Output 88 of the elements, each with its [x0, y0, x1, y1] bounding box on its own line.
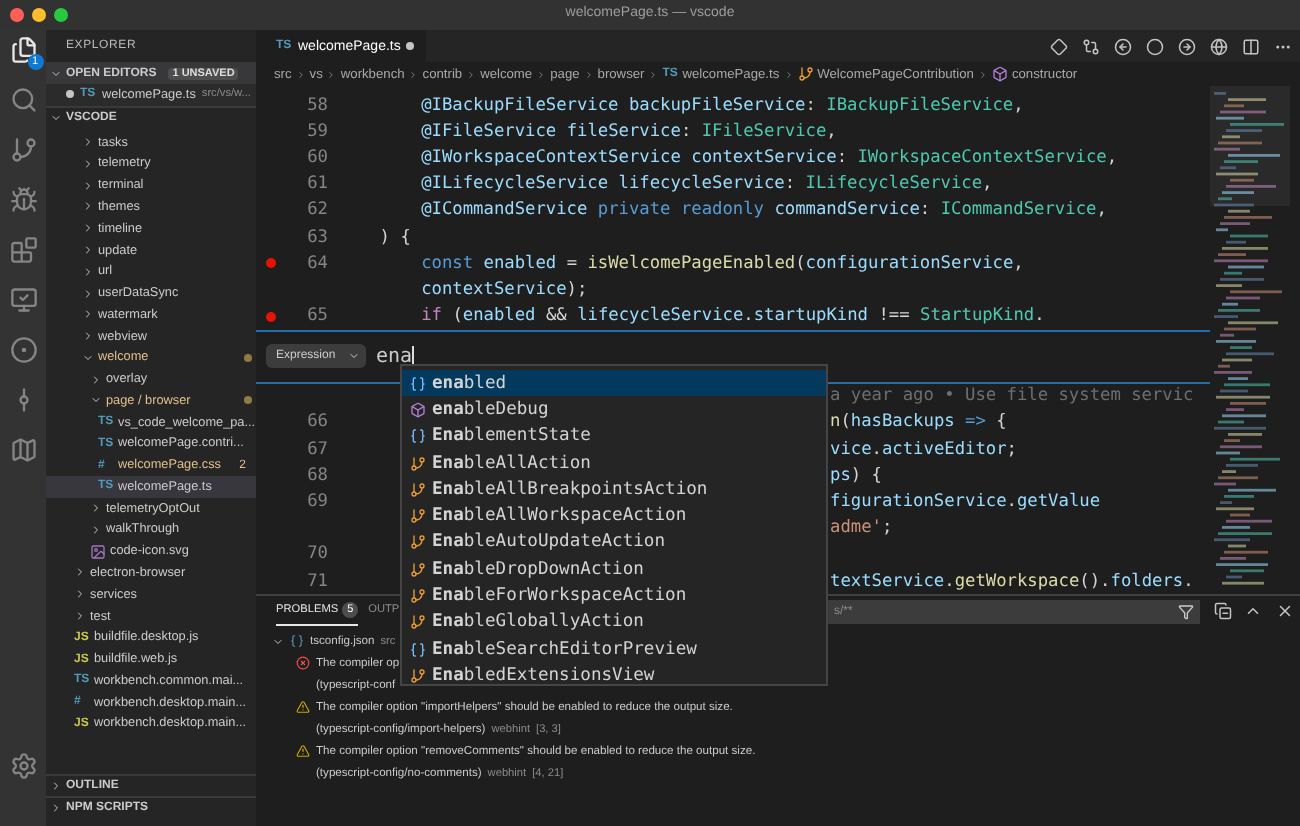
suggestion-item[interactable]: EnablementState [402, 423, 826, 450]
line-number: 61 [305, 174, 328, 195]
search-icon[interactable] [9, 86, 37, 114]
code-line: n(hasBackups => { [830, 412, 1007, 433]
code-line: figurationService.getValue [830, 492, 1101, 513]
chevron-down-icon [348, 350, 360, 363]
cube-icon [991, 66, 1008, 82]
back-icon[interactable] [1114, 37, 1132, 55]
chevron-right-icon [536, 69, 547, 79]
close-window-button[interactable] [10, 8, 24, 22]
suggestion-item[interactable]: EnableForWorkspaceAction [402, 582, 826, 610]
code-line: ps) { [830, 465, 882, 486]
code-line: textService.getWorkspace().folders. [830, 571, 1194, 592]
chevron-up-icon[interactable] [1244, 602, 1263, 620]
line-number: 71 [305, 571, 328, 592]
chevron-down-icon [90, 394, 102, 407]
line-number: 66 [305, 412, 328, 433]
suggestion-item[interactable]: EnableGloballyAction [402, 609, 826, 636]
chevron-down-icon [50, 111, 62, 124]
line-number: 67 [305, 439, 328, 460]
line-number: 64 [305, 253, 328, 274]
modified-dot-icon [244, 353, 252, 362]
suggestion-item[interactable]: EnableAutoUpdateAction [402, 529, 826, 557]
chevron-down-icon [82, 351, 94, 364]
close-icon[interactable] [1275, 602, 1294, 620]
circle-dot-icon[interactable] [9, 336, 37, 364]
code-line: adme'; [830, 518, 893, 539]
blame-annotation: a year ago • Use file system servic [830, 386, 1194, 407]
cube-icon [410, 401, 426, 418]
code-line: vice.activeEditor; [830, 439, 1017, 460]
suggestion-item[interactable]: EnableAllAction [402, 449, 826, 477]
code-line: ) { [379, 227, 411, 248]
diamond-icon[interactable] [1050, 37, 1068, 55]
code-line: @IWorkspaceContextService contextService: IWorkspaceContextService, [421, 147, 1118, 168]
settings-icon[interactable] [9, 752, 37, 780]
bug-icon[interactable] [9, 186, 37, 214]
code-line: @ICommandService private readonly commandService: ICommandService, [421, 200, 1107, 221]
image-icon [90, 543, 106, 560]
suggestion-item[interactable]: EnabledExtensionsView [402, 662, 826, 690]
suggestion-item[interactable]: EnableDropDownAction [402, 556, 826, 583]
suggestion-item[interactable]: EnableAllWorkspaceAction [402, 502, 826, 530]
code-line: contextService); [421, 279, 588, 300]
chevron-right-icon [648, 69, 659, 79]
chevron-right-icon [466, 69, 477, 79]
suggestion-item[interactable]: enableDebug [402, 396, 826, 424]
chevron-right-icon [295, 69, 306, 79]
code-line: if (enabled && lifecycleService.startupKind !== StartupKind. [421, 306, 1045, 327]
branch-icon[interactable] [9, 136, 37, 164]
breakpoint-icon[interactable] [266, 258, 276, 269]
chevron-right-icon [90, 373, 102, 386]
filter-icon[interactable] [1178, 603, 1194, 619]
blocks-icon[interactable] [9, 236, 37, 264]
line-number: 62 [305, 200, 328, 221]
collapse-all-icon[interactable] [1214, 602, 1233, 620]
suggestion-item[interactable]: EnableAllBreakpointsAction [402, 476, 826, 503]
line-number: 69 [305, 492, 328, 513]
suggestion-item[interactable]: enabled [402, 370, 826, 397]
code-line: const enabled = isWelcomePageEnabled(configurationService, [421, 253, 1024, 274]
code-line: @ILifecycleService lifecycleService: ILifecycleService, [421, 174, 993, 195]
forward-icon[interactable] [1178, 37, 1196, 55]
circle-icon[interactable] [1146, 37, 1164, 55]
maximize-window-button[interactable] [54, 8, 68, 22]
chevron-right-icon [783, 69, 794, 79]
code-line: @IFileService fileService: IFileService, [421, 121, 837, 142]
line-number: 68 [305, 465, 328, 486]
minimize-window-button[interactable] [32, 8, 46, 22]
line-number: 70 [305, 544, 328, 565]
split-editor-icon[interactable] [1242, 37, 1260, 55]
code-line: @IBackupFileService backupFileService: IBackupFileService, [421, 95, 1024, 116]
compare-icon[interactable] [1082, 37, 1100, 55]
line-number: 58 [305, 95, 328, 116]
globe-icon[interactable] [1210, 37, 1228, 55]
map-icon[interactable] [9, 436, 37, 464]
braces-icon [290, 634, 304, 648]
line-number: 65 [305, 306, 328, 327]
chevron-right-icon [408, 69, 419, 79]
chevron-down-icon [272, 635, 284, 647]
monitor-icon[interactable] [9, 286, 37, 314]
chevron-right-icon [583, 69, 594, 79]
line-number: 60 [305, 147, 328, 168]
modified-dot-icon [244, 396, 252, 405]
chevron-right-icon [326, 69, 337, 79]
line-number: 63 [305, 227, 328, 248]
chevron-down-icon [50, 67, 62, 79]
chevron-right-icon [977, 69, 988, 79]
suggestion-item[interactable]: EnableSearchEditorPreview [402, 635, 826, 663]
line-number: 59 [305, 121, 328, 142]
breakpoint-icon[interactable] [266, 311, 276, 322]
